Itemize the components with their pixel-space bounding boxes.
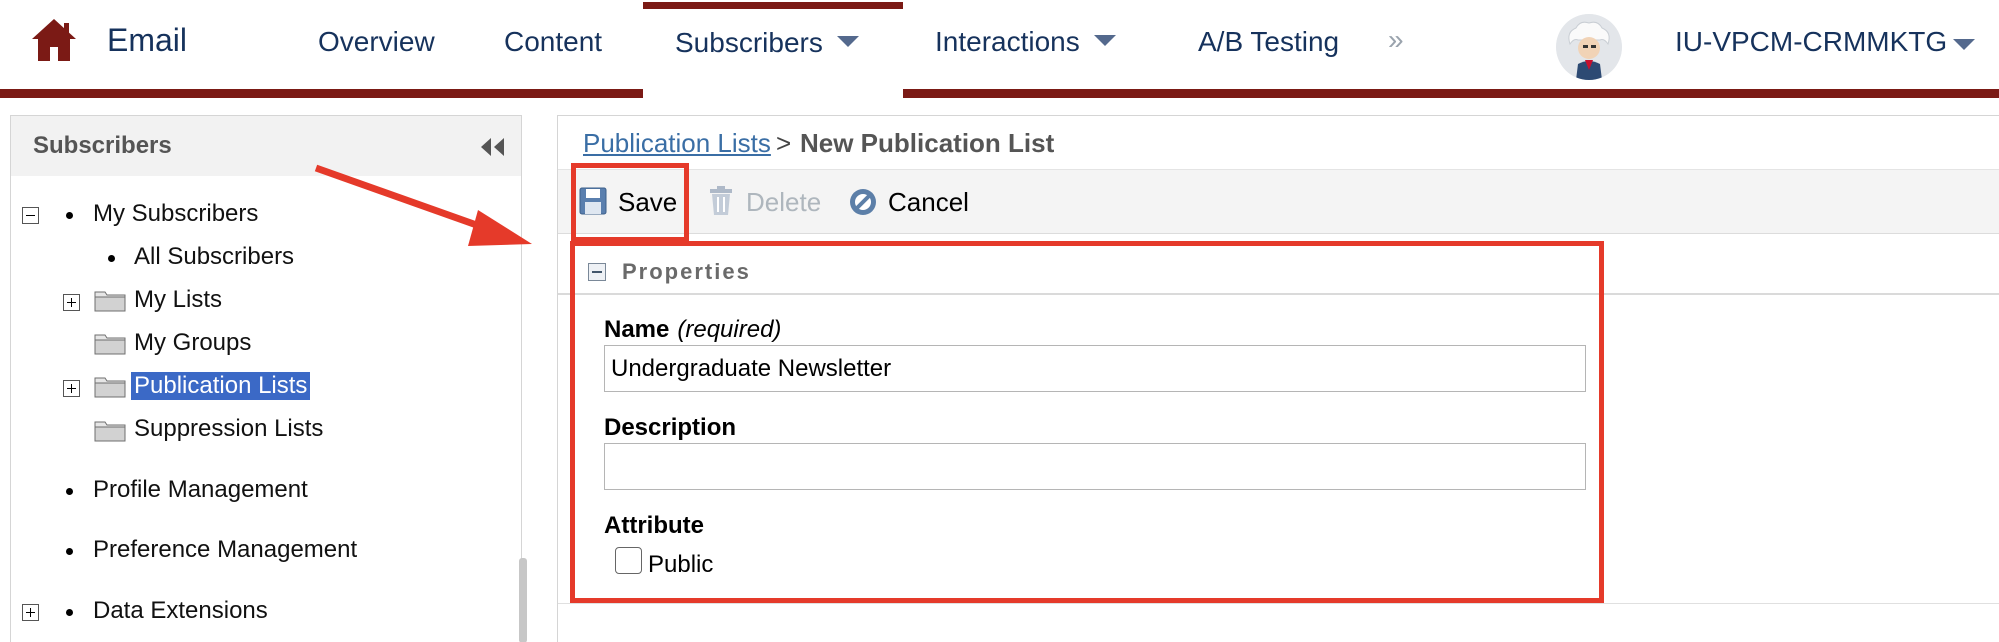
tree-bullet bbox=[66, 212, 73, 219]
sidebar-item-publication-lists[interactable]: Publication Lists bbox=[131, 372, 311, 400]
tab-content-label: Content bbox=[504, 26, 603, 57]
sidebar-item-data-extensions[interactable]: Data Extensions bbox=[93, 597, 268, 625]
annotation-highlight-save bbox=[571, 163, 689, 242]
breadcrumb-link-publication-lists[interactable]: Publication Lists bbox=[583, 128, 771, 159]
chevron-down-icon[interactable] bbox=[1953, 39, 1975, 50]
tree-expand-toggle[interactable] bbox=[63, 294, 80, 311]
sidebar-item-suppression-lists[interactable]: Suppression Lists bbox=[134, 415, 323, 443]
chevron-down-icon bbox=[1093, 35, 1116, 46]
tab-interactions-label: Interactions bbox=[935, 26, 1080, 57]
sidebar-item-all-subscribers[interactable]: All Subscribers bbox=[134, 243, 294, 271]
tree-bullet bbox=[66, 609, 73, 616]
tab-ab-testing-label: A/B Testing bbox=[1198, 26, 1340, 57]
nav-accent-bar bbox=[0, 89, 1999, 98]
sidebar-title: Subscribers bbox=[33, 132, 172, 159]
avatar-image bbox=[1556, 14, 1622, 80]
tab-overview[interactable]: Overview bbox=[318, 26, 435, 58]
divider bbox=[558, 603, 1999, 604]
page-title: New Publication List bbox=[800, 128, 1055, 158]
tree-bullet bbox=[108, 255, 115, 262]
cancel-button[interactable]: Cancel bbox=[888, 187, 969, 218]
top-navigation: Email Overview Content Interactions A/B … bbox=[0, 0, 1999, 98]
tab-overview-label: Overview bbox=[318, 26, 435, 57]
cancel-icon[interactable] bbox=[848, 185, 878, 217]
tree-bullet bbox=[66, 548, 73, 555]
app-name[interactable]: Email bbox=[107, 22, 187, 59]
chevron-down-icon bbox=[836, 36, 859, 47]
folder-icon bbox=[94, 334, 126, 355]
tree-expand-toggle[interactable] bbox=[63, 380, 80, 397]
sidebar-scrollbar[interactable] bbox=[519, 558, 527, 642]
delete-button[interactable]: Delete bbox=[746, 187, 821, 218]
breadcrumb-separator: > bbox=[776, 128, 792, 158]
sidebar-item-preference-management[interactable]: Preference Management bbox=[93, 536, 357, 564]
sidebar-item-my-groups[interactable]: My Groups bbox=[134, 329, 251, 357]
folder-icon bbox=[94, 421, 126, 442]
tab-content[interactable]: Content bbox=[504, 26, 602, 58]
annotation-highlight-properties bbox=[570, 241, 1604, 603]
collapse-panel-icon[interactable] bbox=[479, 136, 507, 158]
tab-subscribers[interactable]: Subscribers bbox=[643, 2, 903, 98]
folder-icon bbox=[94, 377, 126, 398]
tree-collapse-toggle[interactable] bbox=[22, 207, 39, 224]
tree-bullet bbox=[66, 488, 73, 495]
org-selector[interactable]: IU-VPCM-CRMMKTG bbox=[1675, 26, 1947, 58]
folder-icon bbox=[94, 291, 126, 312]
avatar[interactable] bbox=[1556, 14, 1622, 80]
sidebar-item-my-lists[interactable]: My Lists bbox=[134, 286, 222, 314]
trash-icon bbox=[710, 186, 732, 215]
toolbar: Save Delete Cancel bbox=[558, 170, 1999, 234]
tree-expand-toggle[interactable] bbox=[22, 604, 39, 621]
tab-ab-testing[interactable]: A/B Testing bbox=[1198, 26, 1339, 58]
sidebar-item-my-subscribers[interactable]: My Subscribers bbox=[93, 200, 258, 228]
tab-interactions[interactable]: Interactions bbox=[935, 26, 1116, 58]
tab-subscribers-label: Subscribers bbox=[675, 27, 823, 58]
home-icon[interactable] bbox=[30, 17, 78, 63]
more-tabs-icon[interactable]: » bbox=[1388, 24, 1404, 56]
annotation-arrow-icon bbox=[314, 164, 532, 246]
sidebar-item-profile-management[interactable]: Profile Management bbox=[93, 476, 308, 504]
breadcrumb: Publication Lists > New Publication List bbox=[558, 116, 1999, 170]
